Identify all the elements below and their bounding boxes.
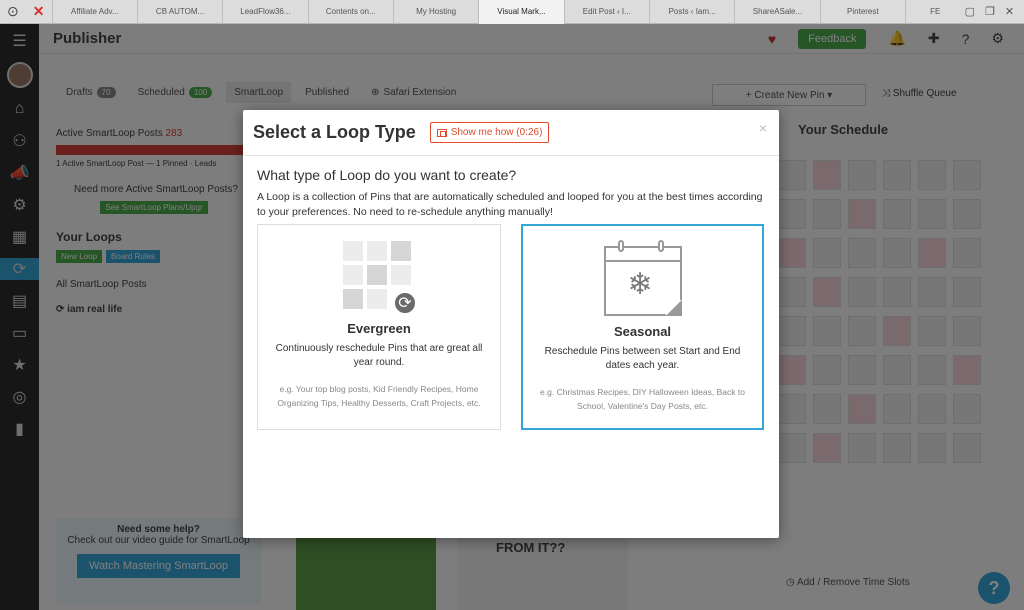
browser-tab[interactable]: FE	[905, 0, 965, 24]
browser-tab[interactable]: Posts ‹ Iam...	[648, 0, 734, 24]
evergreen-title: Evergreen	[347, 321, 411, 336]
modal-description: A Loop is a collection of Pins that are …	[257, 191, 763, 218]
browser-app-icon[interactable]: ⊙	[0, 0, 26, 24]
browser-tab[interactable]: Affiliate Adv...	[51, 0, 137, 24]
seasonal-subtitle: Reschedule Pins between set Start and En…	[544, 346, 741, 371]
select-loop-type-modal: Select a Loop Type Show me how (0:26) × …	[243, 110, 779, 538]
video-icon	[436, 128, 447, 137]
browser-tab-bar: ⊙ ✕ Affiliate Adv... CB AUTOM... LeadFlo…	[0, 0, 1024, 24]
modal-title: Select a Loop Type	[253, 122, 416, 142]
browser-tab[interactable]: CB AUTOM...	[136, 0, 222, 24]
seasonal-card[interactable]: ❄ Seasonal Reschedule Pins between set S…	[521, 224, 764, 430]
show-me-how-button[interactable]: Show me how (0:26)	[429, 122, 550, 143]
evergreen-icon: ⟳	[343, 241, 417, 315]
minimize-icon[interactable]: ▢	[965, 5, 975, 18]
close-icon[interactable]: ×	[759, 120, 767, 136]
browser-tab[interactable]: Edit Post ‹ I...	[563, 0, 649, 24]
evergreen-example: e.g. Your top blog posts, Kid Friendly R…	[277, 384, 481, 408]
browser-tab[interactable]: ShareASale...	[734, 0, 819, 24]
calendar-snowflake-icon: ❄	[603, 240, 682, 316]
close-window-icon[interactable]: ✕	[1005, 5, 1014, 18]
restore-icon[interactable]: ❐	[985, 5, 995, 18]
browser-tab[interactable]: Contents on...	[307, 0, 393, 24]
seasonal-title: Seasonal	[613, 324, 672, 339]
seasonal-example: e.g. Christmas Recipes, DIY Halloween Id…	[540, 387, 745, 411]
refresh-icon: ⟳	[393, 291, 417, 315]
browser-tab[interactable]: LeadFlow36...	[222, 0, 307, 24]
evergreen-subtitle: Continuously reschedule Pins that are gr…	[275, 343, 483, 368]
modal-header: Select a Loop Type Show me how (0:26) ×	[243, 110, 779, 156]
evergreen-card[interactable]: ⟳ Evergreen Continuously reschedule Pins…	[257, 224, 501, 430]
browser-tab[interactable]: Pinterest	[819, 0, 905, 24]
window-controls: ▢ ❐ ✕	[965, 5, 1024, 18]
snowflake-icon: ❄	[627, 268, 653, 301]
browser-tab-active[interactable]: Visual Mark...	[478, 0, 564, 24]
show-me-how-label: Show me how (0:26)	[450, 127, 543, 138]
modal-question: What type of Loop do you want to create?	[257, 167, 517, 183]
close-tab-icon[interactable]: ✕	[26, 0, 52, 24]
browser-tab[interactable]: My Hosting	[392, 0, 478, 24]
